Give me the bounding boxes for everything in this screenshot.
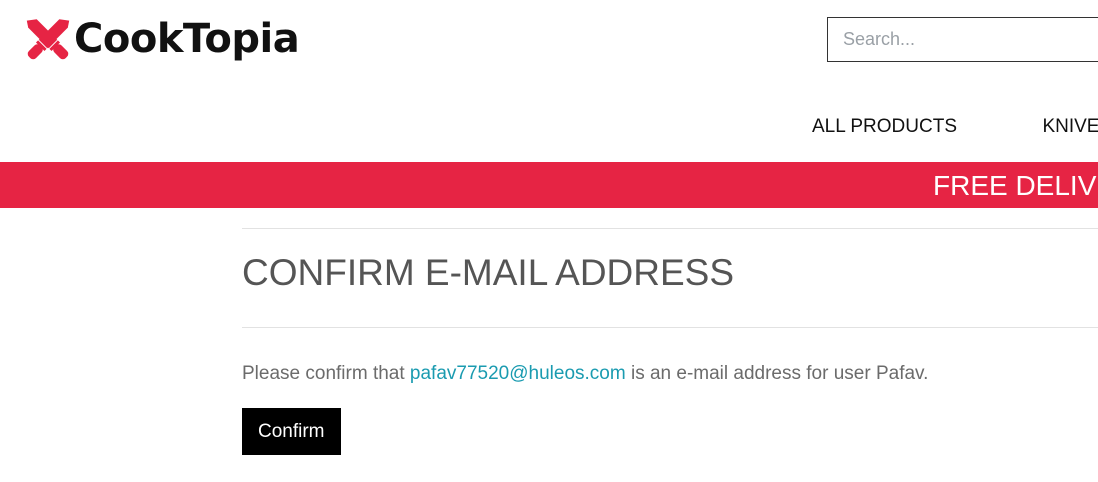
- page: CookTopia ALL PRODUCTS KNIVE FREE DELIV …: [0, 0, 1098, 482]
- logo-text: CookTopia: [74, 16, 300, 62]
- nav-item-all-products[interactable]: ALL PRODUCTS: [812, 116, 957, 138]
- search-box: [827, 17, 1098, 62]
- divider: [242, 228, 1098, 229]
- crossed-knives-icon: [18, 10, 78, 68]
- page-title: CONFIRM E-MAIL ADDRESS: [242, 252, 735, 293]
- confirm-message: Please confirm that pafav77520@huleos.co…: [242, 363, 928, 385]
- confirm-button[interactable]: Confirm: [242, 408, 341, 455]
- search-input[interactable]: [828, 18, 1098, 61]
- message-prefix: Please confirm that: [242, 363, 410, 384]
- email-link[interactable]: pafav77520@huleos.com: [410, 363, 626, 384]
- nav-item-knives[interactable]: KNIVE: [1042, 116, 1098, 138]
- message-suffix: is an e-mail address for user Pafav.: [625, 363, 929, 384]
- main-nav: ALL PRODUCTS KNIVE: [812, 116, 1098, 138]
- divider: [242, 327, 1098, 328]
- promo-banner: FREE DELIV: [0, 162, 1098, 208]
- promo-text: FREE DELIV: [933, 170, 1097, 201]
- site-logo[interactable]: CookTopia: [18, 10, 300, 68]
